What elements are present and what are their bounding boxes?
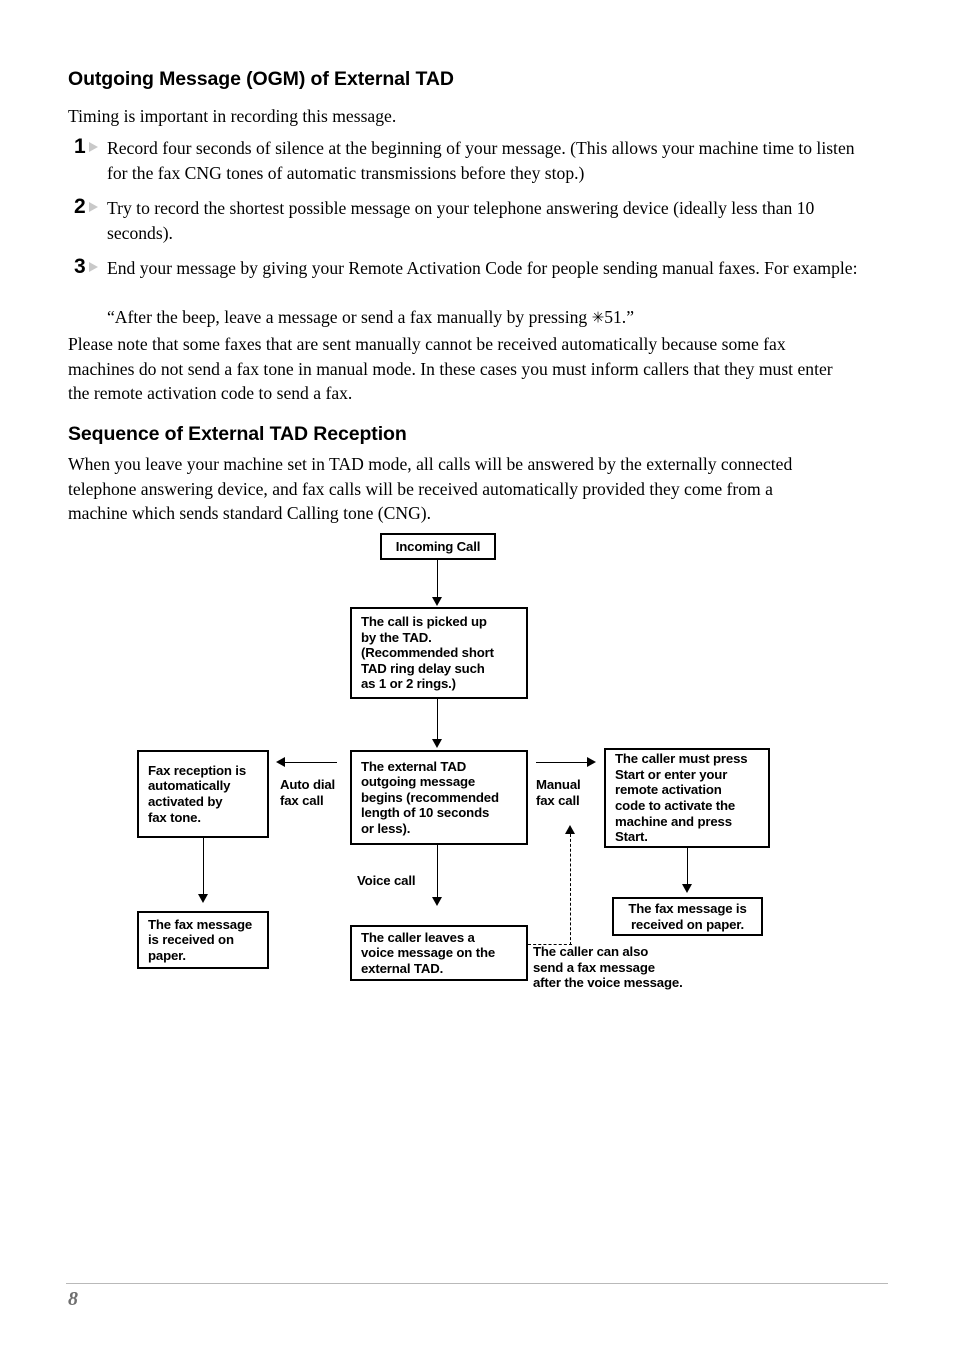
example-text-after: 51.” [604, 307, 635, 327]
flowchart-edge-label-voice-call: Voice call [357, 873, 416, 888]
dashed-connector-vertical [570, 834, 571, 945]
flowchart-node-caller-leaves-voice: The caller leaves a voice message on the… [350, 925, 528, 981]
flowchart-node-caller-leaves-voice-label: The caller leaves a voice message on the… [361, 929, 496, 976]
flowchart-node-fax-reception: Fax reception is automatically activated… [137, 750, 269, 838]
example-text-before: “After the beep, leave a message or send… [107, 307, 592, 327]
arrowhead-down-icon [432, 897, 442, 906]
flowchart-node-caller-must-press-start-label: The caller must press Start or enter you… [615, 751, 748, 845]
step-marker-triangle-icon [89, 202, 98, 212]
flowchart-node-call-picked-up: The call is picked up by the TAD. (Recom… [350, 607, 528, 699]
footer-divider [66, 1283, 888, 1284]
section-heading-ogm: Outgoing Message (OGM) of External TAD [68, 68, 454, 90]
arrowhead-down-icon [432, 597, 442, 606]
step-marker-triangle-icon [89, 142, 98, 152]
connector-incoming-to-pickup [437, 560, 438, 598]
sequence-intro-paragraph: When you leave your machine set in TAD m… [68, 454, 793, 524]
step-marker-triangle-icon [89, 262, 98, 272]
arrowhead-down-icon [198, 894, 208, 903]
flowchart-node-fax-reception-label: Fax reception is automatically activated… [148, 762, 247, 825]
flowchart-node-fax-received-left: The fax message is received on paper. [137, 911, 269, 969]
flowchart-node-fax-received-left-label: The fax message is received on paper. [148, 916, 253, 963]
flowchart-node-incoming-call-label: Incoming Call [395, 538, 481, 554]
step-number-1: 1 [74, 135, 86, 158]
connector-ogm-to-manual [536, 762, 588, 763]
page-number: 8 [68, 1288, 78, 1310]
ogm-note-paragraph: Please note that some faxes that are sen… [68, 334, 833, 404]
section-heading-sequence: Sequence of External TAD Reception [68, 423, 407, 445]
flowchart-node-fax-received-right: The fax message is received on paper. [612, 897, 763, 936]
connector-fax-reception-to-received [203, 838, 204, 895]
flowchart-node-call-picked-up-label: The call is picked up by the TAD. (Recom… [361, 614, 494, 692]
arrowhead-down-icon [432, 739, 442, 748]
flowchart-node-external-tad-ogm-label: The external TAD outgoing message begins… [361, 758, 499, 836]
arrowhead-up-icon [565, 825, 575, 834]
arrowhead-right-icon [587, 757, 596, 767]
step-number-2: 2 [74, 195, 86, 218]
flowchart-edge-label-auto-dial: Auto dial fax call [280, 777, 336, 808]
flowchart-node-fax-received-right-label: The fax message is received on paper. [628, 900, 747, 932]
connector-manual-to-fax-received [687, 848, 688, 885]
flowchart-node-incoming-call: Incoming Call [380, 533, 496, 560]
step-text-2: Try to record the shortest possible mess… [107, 198, 815, 243]
document-page: Outgoing Message (OGM) of External TAD T… [0, 0, 954, 1352]
connector-ogm-to-voice [437, 845, 438, 899]
step-text-3: End your message by giving your Remote A… [107, 258, 858, 278]
flowchart-node-external-tad-ogm: The external TAD outgoing message begins… [350, 750, 528, 845]
step-3-example-line: “After the beep, leave a message or send… [107, 305, 867, 330]
flowchart-edge-label-manual-fax: Manual fax call [536, 777, 581, 808]
ogm-intro-paragraph: Timing is important in recording this me… [68, 106, 397, 126]
arrowhead-left-icon [276, 757, 285, 767]
step-number-3: 3 [74, 255, 86, 278]
connector-pickup-to-ogm [437, 699, 438, 740]
asterisk-symbol-icon: ✳ [591, 308, 605, 327]
connector-ogm-to-fax-reception [285, 762, 337, 763]
flowchart-node-caller-must-press-start: The caller must press Start or enter you… [604, 748, 770, 848]
arrowhead-down-icon [682, 884, 692, 893]
step-text-1: Record four seconds of silence at the be… [107, 138, 855, 183]
flowchart-edge-label-caller-can-also: The caller can also send a fax message a… [533, 944, 683, 991]
